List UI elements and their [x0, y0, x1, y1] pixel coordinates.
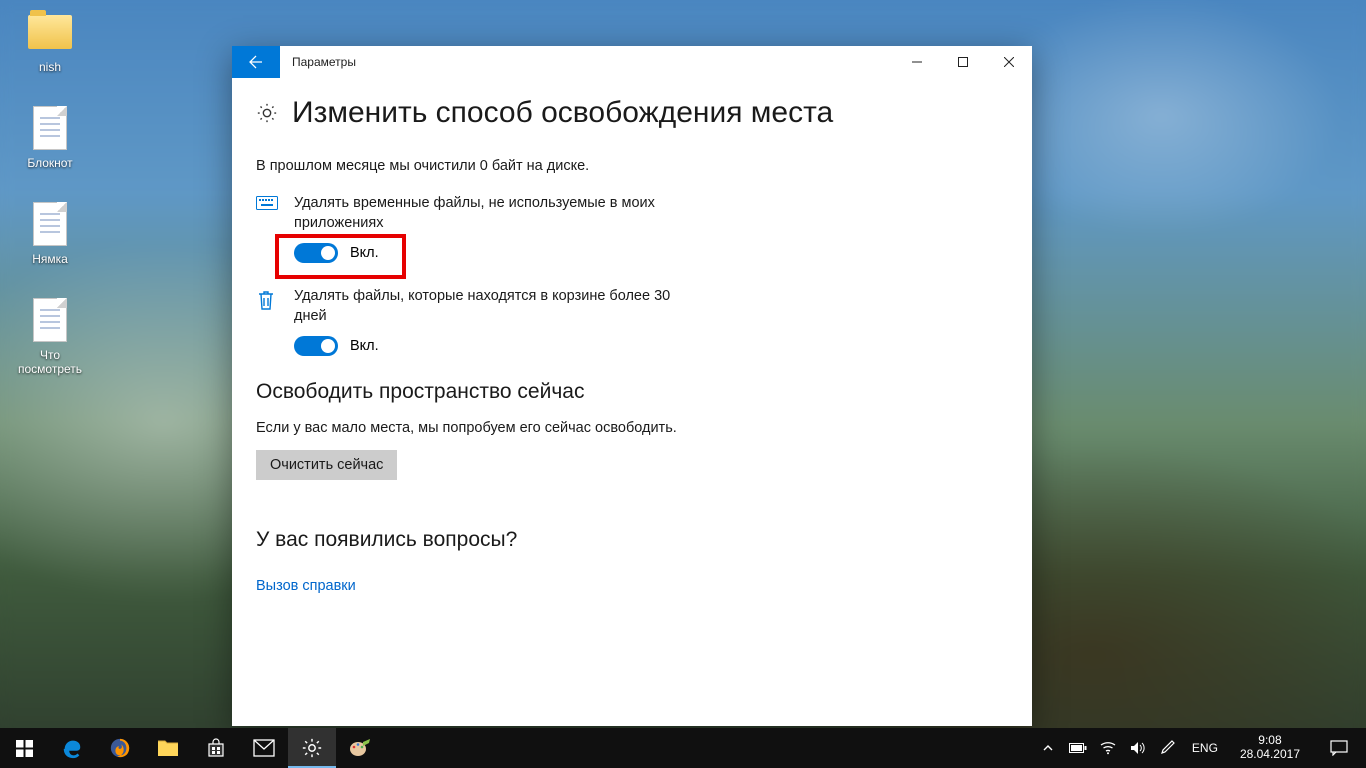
system-tray: ENG 9:08 28.04.2017 — [1032, 728, 1366, 768]
windows-icon — [16, 740, 33, 757]
desktop-icon-label: Что посмотреть — [12, 348, 88, 376]
taskbar-file-explorer[interactable] — [144, 728, 192, 768]
taskbar-settings[interactable] — [288, 728, 336, 768]
setting-temp-toggle[interactable]: Вкл. — [294, 243, 694, 263]
taskbar-mail[interactable] — [240, 728, 288, 768]
trash-icon — [256, 287, 278, 356]
taskbar-paint[interactable] — [336, 728, 384, 768]
tray-volume[interactable] — [1128, 728, 1148, 768]
firefox-icon — [109, 737, 131, 759]
questions-heading: У вас появились вопросы? — [256, 528, 1008, 552]
edge-icon — [61, 737, 83, 759]
help-link[interactable]: Вызов справки — [256, 578, 356, 594]
toggle-switch-icon — [294, 336, 338, 356]
textfile-icon — [33, 298, 67, 342]
toggle-state-label: Вкл. — [350, 338, 379, 354]
arrow-left-icon — [248, 54, 264, 70]
toggle-switch-icon — [294, 243, 338, 263]
tray-wifi[interactable] — [1098, 728, 1118, 768]
taskbar: ENG 9:08 28.04.2017 — [0, 728, 1366, 768]
pen-icon — [1161, 740, 1175, 756]
minimize-icon — [912, 57, 922, 67]
folder-icon — [28, 15, 72, 49]
textfile-icon — [33, 106, 67, 150]
desktop-folder-nish[interactable]: nish — [12, 8, 88, 74]
desktop-file-bloknot[interactable]: Блокнот — [12, 104, 88, 170]
speaker-icon — [1130, 741, 1146, 755]
notifications-icon — [1330, 740, 1348, 756]
free-space-now-desc: Если у вас мало места, мы попробуем его … — [256, 420, 1008, 436]
keyboard-icon — [256, 194, 278, 263]
desktop: nish Блокнот Нямка Что посмотреть Параме… — [0, 0, 1366, 768]
tray-clock[interactable]: 9:08 28.04.2017 — [1232, 734, 1308, 762]
setting-recycle-toggle[interactable]: Вкл. — [294, 336, 694, 356]
desktop-file-nyamka[interactable]: Нямка — [12, 200, 88, 266]
free-space-now-heading: Освободить пространство сейчас — [256, 380, 1008, 404]
textfile-icon — [33, 202, 67, 246]
tray-notifications[interactable] — [1318, 740, 1360, 756]
clock-time: 9:08 — [1240, 734, 1300, 748]
store-icon — [206, 738, 226, 758]
taskbar-edge[interactable] — [48, 728, 96, 768]
tray-pen[interactable] — [1158, 728, 1178, 768]
window-title: Параметры — [280, 46, 368, 78]
maximize-icon — [958, 57, 968, 67]
battery-icon — [1069, 742, 1087, 754]
paint-icon — [348, 738, 372, 758]
taskbar-firefox[interactable] — [96, 728, 144, 768]
close-button[interactable] — [986, 46, 1032, 78]
settings-window: Параметры Изменить способ освобождения м… — [232, 46, 1032, 726]
gear-icon — [256, 102, 278, 124]
setting-temp-label: Удалять временные файлы, не используемые… — [294, 194, 694, 233]
clean-now-button[interactable]: Очистить сейчас — [256, 450, 397, 480]
maximize-button[interactable] — [940, 46, 986, 78]
titlebar[interactable]: Параметры — [232, 46, 1032, 78]
tray-overflow[interactable] — [1038, 728, 1058, 768]
page-title: Изменить способ освобождения места — [292, 96, 833, 130]
storage-status: В прошлом месяце мы очистили 0 байт на д… — [256, 158, 1008, 174]
toggle-state-label: Вкл. — [350, 245, 379, 261]
wifi-icon — [1100, 741, 1116, 755]
desktop-icon-label: nish — [12, 60, 88, 74]
chevron-up-icon — [1043, 743, 1053, 753]
tray-language[interactable]: ENG — [1188, 728, 1222, 768]
folder-icon — [157, 738, 179, 758]
mail-icon — [253, 739, 275, 757]
taskbar-store[interactable] — [192, 728, 240, 768]
settings-content: Изменить способ освобождения места В про… — [232, 78, 1032, 726]
close-icon — [1004, 57, 1014, 67]
gear-icon — [301, 737, 323, 759]
desktop-icon-label: Нямка — [12, 252, 88, 266]
desktop-file-chto-posmotret[interactable]: Что посмотреть — [12, 296, 88, 376]
setting-recycle-label: Удалять файлы, которые находятся в корзи… — [294, 287, 694, 326]
tray-battery[interactable] — [1068, 728, 1088, 768]
minimize-button[interactable] — [894, 46, 940, 78]
clock-date: 28.04.2017 — [1240, 748, 1300, 762]
back-button[interactable] — [232, 46, 280, 78]
start-button[interactable] — [0, 728, 48, 768]
desktop-icon-label: Блокнот — [12, 156, 88, 170]
